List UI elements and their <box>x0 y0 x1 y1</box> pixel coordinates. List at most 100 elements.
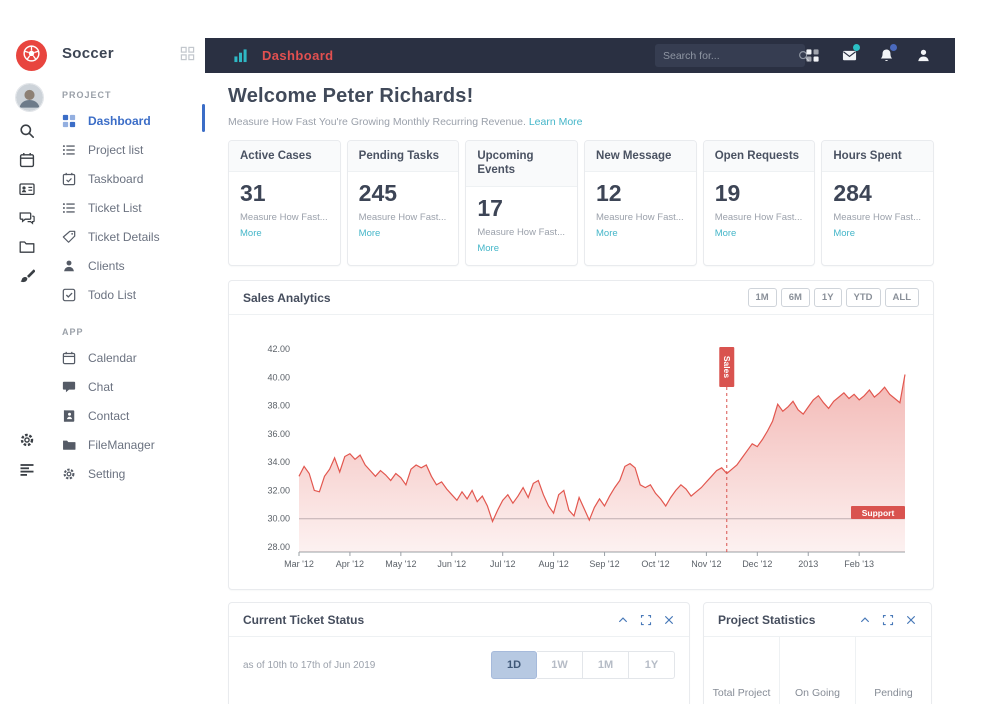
brand-logo[interactable] <box>16 40 47 71</box>
range-1d-button[interactable]: 1D <box>491 651 537 679</box>
main-content: Welcome Peter Richards! Measure How Fast… <box>205 73 955 704</box>
svg-text:Sep '12: Sep '12 <box>589 559 619 569</box>
sales-area-chart[interactable]: 28.00 30.00 32.00 34.00 36.00 38.00 40.00 42.00… <box>243 325 919 577</box>
id-card-icon[interactable] <box>19 181 35 197</box>
more-link[interactable]: More <box>596 228 685 239</box>
chevron-up-icon[interactable] <box>617 614 629 626</box>
stat-card-new-message: New Message 12 Measure How Fast... More <box>584 140 697 266</box>
range-1y-button[interactable]: 1Y <box>813 288 842 307</box>
sidebar-item-project-list[interactable]: Project list <box>52 135 205 164</box>
chat-icon[interactable] <box>19 210 35 226</box>
project-panel-title: Project Statistics <box>718 612 816 627</box>
envelope-icon[interactable] <box>842 44 860 63</box>
sidebar-item-contact[interactable]: Contact <box>52 401 205 430</box>
sidebar-menu: PROJECT Dashboard Project list Taskboard… <box>52 80 205 495</box>
menu-section-project: PROJECT <box>62 90 112 100</box>
range-6m-button[interactable]: 6M <box>780 288 810 307</box>
range-1m-button[interactable]: 1M <box>583 651 629 679</box>
column-total-project: Total Project <box>712 687 771 699</box>
topbar-actions <box>805 38 931 73</box>
svg-text:28.00: 28.00 <box>267 542 290 552</box>
sidebar-item-label: Project list <box>88 142 144 157</box>
grid-icon[interactable] <box>180 46 195 61</box>
range-all-button[interactable]: ALL <box>884 288 919 307</box>
sidebar-item-label: FileManager <box>88 437 155 452</box>
stat-card-open-requests: Open Requests 19 Measure How Fast... Mor… <box>702 140 816 266</box>
bell-icon[interactable] <box>879 44 897 63</box>
search-icon[interactable] <box>19 123 35 139</box>
soccer-ball-icon <box>22 44 41 68</box>
calendar-icon <box>62 351 76 365</box>
bar-chart-icon[interactable] <box>233 48 248 63</box>
svg-text:Sales: Sales <box>722 356 732 378</box>
sidebar-item-ticket-details[interactable]: Ticket Details <box>52 222 205 251</box>
close-icon[interactable] <box>905 614 917 626</box>
dashboard-icon <box>62 114 76 128</box>
more-link[interactable]: More <box>240 228 329 239</box>
svg-text:Aug '12: Aug '12 <box>538 559 568 569</box>
avatar[interactable] <box>16 84 43 111</box>
project-statistics-panel: Project Statistics Total Project On Goin… <box>703 602 932 704</box>
sales-panel-title: Sales Analytics <box>243 290 331 305</box>
svg-text:Jul '12: Jul '12 <box>490 559 516 569</box>
sidebar-item-todo-list[interactable]: Todo List <box>52 280 205 309</box>
sidebar-item-ticket-list[interactable]: Ticket List <box>52 193 205 222</box>
sidebar-item-chat[interactable]: Chat <box>52 372 205 401</box>
more-link[interactable]: More <box>833 228 922 239</box>
message-badge <box>853 44 860 51</box>
svg-text:40.00: 40.00 <box>267 372 290 382</box>
stat-card-title: Upcoming Events <box>466 141 578 187</box>
expand-icon[interactable] <box>640 614 652 626</box>
brush-icon[interactable] <box>19 268 35 284</box>
project-stats-columns: Total Project On Going Pending <box>704 637 931 704</box>
sidebar-item-calendar[interactable]: Calendar <box>52 343 205 372</box>
sidebar-item-label: Taskboard <box>88 171 144 186</box>
expand-icon[interactable] <box>882 614 894 626</box>
list-icon <box>62 143 76 157</box>
close-icon[interactable] <box>663 614 675 626</box>
range-1w-button[interactable]: 1W <box>537 651 583 679</box>
sidebar-item-taskboard[interactable]: Taskboard <box>52 164 205 193</box>
sidebar-item-label: Calendar <box>88 350 137 365</box>
sidebar: Soccer PROJECT Dashboard Project list Ta… <box>0 0 205 704</box>
stat-card-active-cases: Active Cases 31 Measure How Fast... More <box>228 140 341 266</box>
stat-card-upcoming-events: Upcoming Events 17 Measure How Fast... M… <box>465 140 579 266</box>
more-link[interactable]: More <box>477 243 566 254</box>
sidebar-item-gallery[interactable]: Gallery <box>52 488 205 495</box>
sidebar-item-label: Ticket Details <box>88 229 160 244</box>
calendar-icon[interactable] <box>19 152 35 168</box>
svg-text:2013: 2013 <box>798 559 818 569</box>
range-1m-button[interactable]: 1M <box>747 288 777 307</box>
sidebar-item-label: Contact <box>88 408 130 423</box>
range-1y-button[interactable]: 1Y <box>629 651 675 679</box>
user-icon[interactable] <box>916 48 931 63</box>
folder-icon[interactable] <box>19 239 35 255</box>
svg-text:38.00: 38.00 <box>267 401 290 411</box>
range-ytd-button[interactable]: YTD <box>845 288 881 307</box>
chevron-up-icon[interactable] <box>859 614 871 626</box>
gear-icon[interactable] <box>19 432 35 448</box>
align-lines-icon[interactable] <box>19 462 35 478</box>
more-link[interactable]: More <box>359 228 448 239</box>
stat-card-title: Hours Spent <box>822 141 934 173</box>
current-ticket-status-panel: Current Ticket Status as of 10th to 17th… <box>228 602 690 704</box>
stat-card-value: 284 <box>833 180 872 207</box>
column-on-going: On Going <box>779 637 855 704</box>
check-square-icon <box>62 288 76 302</box>
stat-card-title: Pending Tasks <box>347 141 459 173</box>
more-link[interactable]: More <box>715 228 804 239</box>
dashboard-page: Soccer PROJECT Dashboard Project list Ta… <box>0 0 1005 704</box>
taskboard-icon <box>62 172 76 186</box>
sidebar-item-dashboard[interactable]: Dashboard <box>52 106 205 135</box>
search-input[interactable] <box>663 49 798 62</box>
sidebar-item-setting[interactable]: Setting <box>52 459 205 488</box>
sidebar-item-filemanager[interactable]: FileManager <box>52 430 205 459</box>
svg-text:May '12: May '12 <box>385 559 416 569</box>
svg-text:Oct '12: Oct '12 <box>641 559 669 569</box>
learn-more-link[interactable]: Learn More <box>529 116 583 128</box>
ticket-range-buttons: 1D 1W 1M 1Y <box>491 651 675 679</box>
apps-icon[interactable] <box>805 48 820 63</box>
sidebar-item-clients[interactable]: Clients <box>52 251 205 280</box>
svg-text:Apr '12: Apr '12 <box>336 559 364 569</box>
icon-rail <box>0 82 52 702</box>
